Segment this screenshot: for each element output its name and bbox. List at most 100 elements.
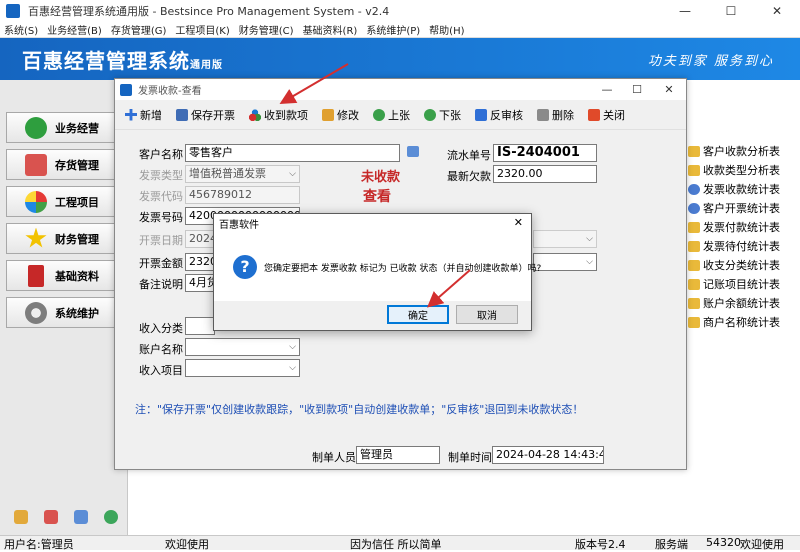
- chevron-down-icon: ⌵: [289, 363, 296, 373]
- account-label: 账户名称: [139, 343, 183, 356]
- income-category-label: 收入分类: [139, 322, 183, 335]
- report-link[interactable]: 收支分类统计表: [688, 256, 780, 274]
- remark-field[interactable]: 4月货: [185, 274, 215, 292]
- plus-icon: [125, 108, 137, 121]
- dialog-title: 百惠软件: [219, 220, 259, 231]
- lookup-icon[interactable]: [407, 146, 419, 157]
- arrow-down-icon: [424, 108, 436, 121]
- invoice-code-label: 发票代码: [139, 190, 183, 203]
- income-item-select[interactable]: ⌵: [185, 359, 300, 377]
- amount-dropdown[interactable]: ⌵: [533, 253, 597, 271]
- report-link[interactable]: 记账项目统计表: [688, 275, 780, 293]
- save-invoice-button[interactable]: 保存开票: [176, 107, 235, 123]
- report-link[interactable]: 客户开票统计表: [688, 199, 780, 217]
- folder-icon: [688, 145, 700, 157]
- report-link[interactable]: 客户收款分析表: [688, 142, 780, 160]
- menu-system[interactable]: 系统(S): [4, 22, 38, 37]
- child-minimize-button[interactable]: —: [592, 79, 622, 100]
- confirm-ok-button[interactable]: 确定: [387, 305, 449, 324]
- menu-maintenance[interactable]: 系统维护(P): [366, 22, 420, 37]
- menu-finance[interactable]: 财务管理(C): [239, 22, 294, 37]
- confirm-dialog: 百惠软件 ✕ ? 您确定要把本 发票收款 标记为 已收款 状态（并自动创建收款单…: [213, 213, 541, 331]
- question-icon: ?: [233, 255, 257, 279]
- sidebar-quick-icons: [14, 510, 118, 524]
- serial-field[interactable]: IS-2404001: [493, 144, 597, 162]
- close-icon: [588, 108, 600, 121]
- search-icon[interactable]: [74, 510, 88, 524]
- latest-due-label: 最新欠款: [447, 170, 491, 183]
- child-close-button[interactable]: ✕: [654, 79, 684, 100]
- date-dropdown[interactable]: ⌵: [533, 230, 597, 248]
- sidebar-item-finance[interactable]: 财务管理: [6, 223, 126, 254]
- arrow-up-icon: [373, 108, 385, 121]
- next-button[interactable]: 下张: [424, 107, 461, 123]
- dialog-message: 您确定要把本 发票收款 标记为 已收款 状态（并自动创建收款单）吗?: [264, 264, 542, 274]
- customer-label: 客户名称: [139, 148, 183, 161]
- notepad-icon[interactable]: [14, 510, 28, 524]
- sidebar: 业务经营 存货管理 工程项目 财务管理 基础资料 系统维护: [0, 80, 128, 535]
- confirm-cancel-button[interactable]: 取消: [456, 305, 518, 324]
- invoice-type-select[interactable]: 增值税普通发票 ⌵: [185, 165, 300, 183]
- previous-button[interactable]: 上张: [373, 107, 410, 123]
- sidebar-item-project[interactable]: 工程项目: [6, 186, 126, 217]
- document-icon: [688, 316, 700, 328]
- dialog-title-bar: 百惠软件 ✕: [214, 214, 531, 233]
- income-category-select[interactable]: [185, 317, 215, 335]
- invoice-window-title-bar: 发票收款-查看 — ☐ ✕: [115, 79, 686, 100]
- report-link[interactable]: 收款类型分析表: [688, 161, 780, 179]
- note-text: 注："保存开票"仅创建收款跟踪，"收到款项"自动创建收款单；"反审核"退回到未收…: [135, 403, 584, 416]
- receive-payment-button[interactable]: 收到款项: [249, 107, 308, 123]
- magnifier-icon: [688, 202, 700, 214]
- window-icon: [120, 83, 132, 96]
- serial-label: 流水单号: [447, 149, 491, 162]
- account-select[interactable]: ⌵: [185, 338, 300, 356]
- menu-business[interactable]: 业务经营(B): [47, 22, 102, 37]
- maker-field[interactable]: 管理员: [356, 446, 440, 464]
- report-link[interactable]: 发票付款统计表: [688, 218, 780, 236]
- report-link[interactable]: 发票待付统计表: [688, 237, 780, 255]
- minimize-button[interactable]: —: [662, 0, 708, 22]
- latest-due-field[interactable]: 2320.00: [493, 165, 597, 183]
- report-link[interactable]: 账户余额统计表: [688, 294, 780, 312]
- invoice-amount-field[interactable]: 2320.: [185, 253, 215, 271]
- make-time-field[interactable]: 2024-04-28 14:43:45: [492, 446, 604, 464]
- refresh-icon[interactable]: [104, 510, 118, 524]
- remark-label: 备注说明: [139, 278, 183, 291]
- status-view: 查看: [363, 189, 391, 205]
- chevron-down-icon: ⌵: [289, 169, 296, 179]
- status-unpaid: 未收款: [361, 170, 401, 185]
- header-banner: 百惠经营管理系统通用版 功夫到家 服务到心: [0, 38, 800, 80]
- invoice-date-field[interactable]: 2024: [185, 230, 215, 248]
- sidebar-item-inventory[interactable]: 存货管理: [6, 149, 126, 180]
- sidebar-item-maintenance[interactable]: 系统维护: [6, 297, 126, 328]
- menu-help[interactable]: 帮助(H): [429, 22, 464, 37]
- menu-inventory[interactable]: 存货管理(G): [111, 22, 167, 37]
- save-icon: [176, 108, 188, 121]
- invoice-code-field[interactable]: 456789012: [185, 186, 300, 204]
- close-button[interactable]: ✕: [754, 0, 800, 22]
- maximize-button[interactable]: ☐: [708, 0, 754, 22]
- dialog-close-icon[interactable]: ✕: [514, 216, 523, 229]
- edit-button[interactable]: 修改: [322, 107, 359, 123]
- sidebar-item-basic-data[interactable]: 基础资料: [6, 260, 126, 291]
- check-circle-icon: [25, 116, 47, 139]
- report-link[interactable]: 发票收款统计表: [688, 180, 780, 198]
- menu-basic-data[interactable]: 基础资料(R): [303, 22, 358, 37]
- unapprove-button[interactable]: 反审核: [475, 107, 523, 123]
- report-link[interactable]: 商户名称统计表: [688, 313, 780, 331]
- sidebar-item-business[interactable]: 业务经营: [6, 112, 126, 143]
- close-window-button[interactable]: 关闭: [588, 107, 625, 123]
- status-bar: 用户名:管理员 欢迎使用 因为信任 所以简单 版本号2.4 服务端 54320 …: [0, 535, 800, 551]
- child-maximize-button[interactable]: ☐: [622, 79, 652, 100]
- calculator-icon[interactable]: [44, 510, 58, 524]
- new-button[interactable]: 新增: [125, 107, 162, 123]
- menu-project[interactable]: 工程项目(K): [175, 22, 229, 37]
- invoice-no-label: 发票号码: [139, 211, 183, 224]
- slogan: 功夫到家 服务到心: [647, 54, 774, 69]
- menubar: 系统(S) 业务经营(B) 存货管理(G) 工程项目(K) 财务管理(C) 基础…: [0, 22, 800, 38]
- coins-icon: [688, 221, 700, 233]
- delete-button[interactable]: 删除: [537, 107, 574, 123]
- receive-icon: [249, 108, 261, 121]
- invoice-window-title: 发票收款-查看: [138, 86, 202, 97]
- customer-field[interactable]: 零售客户: [185, 144, 400, 162]
